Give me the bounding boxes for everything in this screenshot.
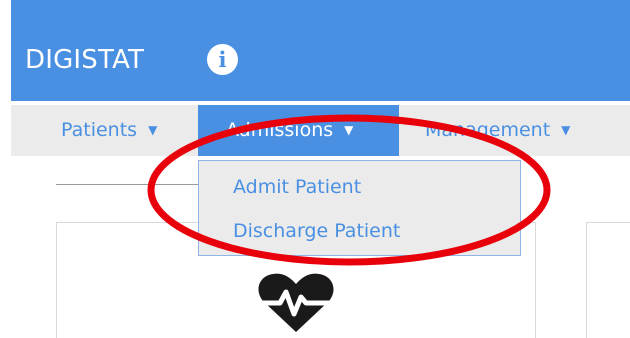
caret-down-icon: ▼ — [148, 123, 158, 137]
caret-down-icon: ▼ — [344, 123, 354, 137]
app-title: DIGISTAT — [25, 45, 145, 75]
main-navbar: Patients ▼ Admissions ▼ Management ▼ — [11, 105, 630, 156]
nav-admissions[interactable]: Admissions ▼ — [198, 105, 399, 156]
admissions-dropdown: Admit Patient Discharge Patient — [198, 160, 521, 256]
menu-item-admit-patient[interactable]: Admit Patient — [233, 174, 361, 200]
module-card-partial[interactable] — [586, 222, 630, 338]
section-divider — [56, 184, 198, 185]
nav-management-label: Management — [425, 119, 551, 141]
info-icon[interactable]: i — [207, 44, 238, 75]
caret-down-icon: ▼ — [561, 123, 571, 137]
heart-pulse-icon — [258, 273, 334, 332]
nav-management[interactable]: Management ▼ — [425, 105, 570, 156]
menu-item-discharge-patient[interactable]: Discharge Patient — [233, 218, 400, 244]
nav-patients-label: Patients — [61, 119, 138, 141]
nav-patients[interactable]: Patients ▼ — [61, 105, 157, 156]
nav-admissions-label: Admissions — [226, 119, 334, 141]
app-header: DIGISTAT i — [11, 0, 630, 101]
